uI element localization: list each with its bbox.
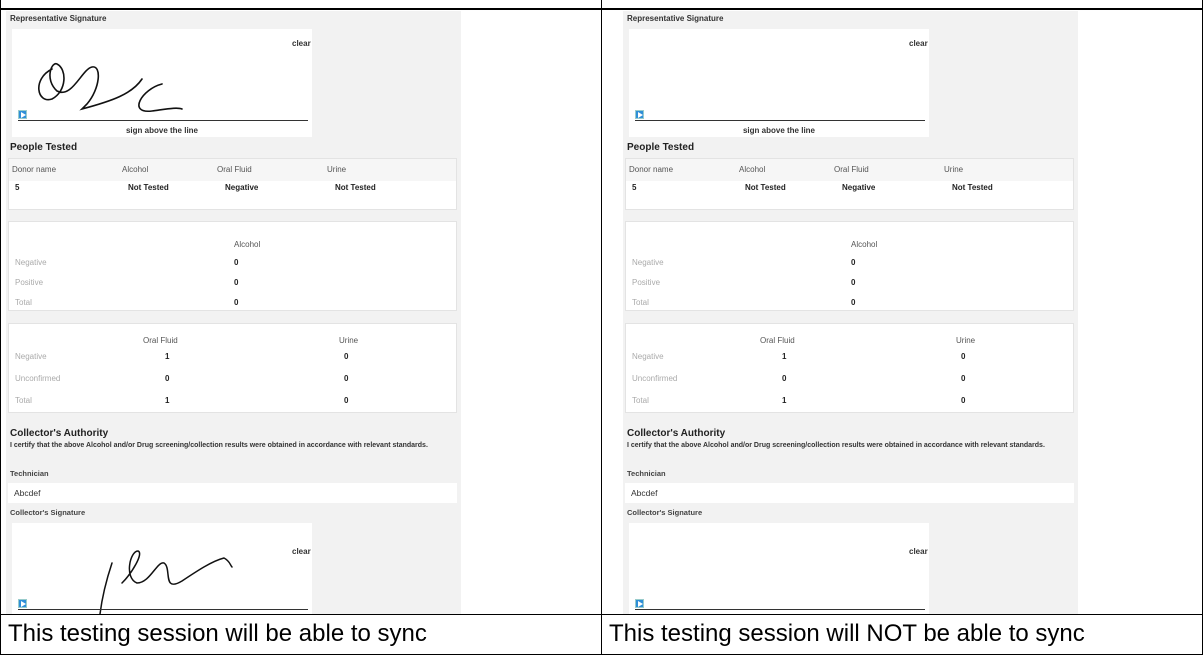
collector-signature-stroke (99, 550, 233, 614)
alcohol-result: Not Tested (745, 183, 786, 192)
collector-signature-label: Collector's Signature (627, 508, 703, 517)
drug-summary: Oral Fluid Urine Negative 1 0 Unconfirme… (625, 323, 1074, 413)
row-of-value: 1 (782, 396, 787, 405)
alcohol-summary-header: Alcohol (234, 240, 261, 249)
row-value: 0 (234, 278, 239, 287)
people-table: Donor name Alcohol Oral Fluid Urine 5 No… (625, 158, 1074, 210)
technician-field[interactable]: Abcdef (625, 483, 1074, 503)
technician-label: Technician (10, 469, 49, 478)
left-caption: This testing session will be able to syn… (8, 620, 427, 647)
signature-baseline (18, 120, 308, 121)
row-label: Total (15, 396, 32, 405)
alcohol-summary: Alcohol Negative 0 Positive 0 Total 0 (8, 221, 457, 311)
row-label: Total (632, 298, 649, 307)
signature-baseline (18, 609, 308, 610)
row-of-value: 0 (782, 374, 787, 383)
urine-summary-header: Urine (956, 336, 976, 345)
row-label: Unconfirmed (632, 374, 678, 383)
row-of-value: 1 (782, 352, 787, 361)
row-label: Positive (15, 278, 44, 287)
row-of-value: 1 (165, 396, 170, 405)
oral-fluid-result: Negative (225, 183, 259, 192)
people-tested-title: People Tested (10, 142, 78, 153)
col-oral-fluid: Oral Fluid (217, 165, 252, 174)
row-value: 0 (851, 278, 856, 287)
col-urine: Urine (944, 165, 964, 174)
row-label: Negative (632, 258, 664, 267)
play-icon[interactable] (18, 110, 27, 119)
signature-baseline (635, 609, 925, 610)
row-label: Negative (632, 352, 664, 361)
urine-result: Not Tested (335, 183, 376, 192)
alcohol-summary: Alcohol Negative 0 Positive 0 Total 0 (625, 221, 1074, 311)
row-label: Unconfirmed (15, 374, 61, 383)
top-clipped-row (0, 0, 1203, 10)
col-oral-fluid: Oral Fluid (834, 165, 869, 174)
signature-baseline (635, 120, 925, 121)
urine-summary-header: Urine (339, 336, 359, 345)
row-urine-value: 0 (344, 396, 349, 405)
sign-caption: sign above the line (742, 126, 815, 135)
certification-text: I certify that the above Alcohol and/or … (10, 442, 428, 449)
row-value: 0 (234, 298, 239, 307)
row-label: Total (632, 396, 649, 405)
right-caption: This testing session will NOT be able to… (609, 620, 1085, 647)
row-of-value: 1 (165, 352, 170, 361)
row-of-value: 0 (165, 374, 170, 383)
col-donor: Donor name (629, 165, 674, 174)
play-icon[interactable] (18, 599, 27, 608)
row-value: 0 (234, 258, 239, 267)
col-alcohol: Alcohol (739, 165, 766, 174)
row-label: Positive (632, 278, 661, 287)
row-urine-value: 0 (961, 352, 966, 361)
donor-name: 5 (632, 183, 637, 192)
collector-signature-pad[interactable]: clear (629, 523, 929, 614)
play-icon[interactable] (635, 599, 644, 608)
row-label: Negative (15, 258, 47, 267)
rep-signature-pad[interactable]: clear sign above the line (12, 29, 312, 137)
people-table: Donor name Alcohol Oral Fluid Urine 5 No… (8, 158, 457, 210)
donor-name: 5 (15, 183, 20, 192)
sign-caption: sign above the line (125, 126, 198, 135)
technician-field[interactable]: Abcdef (8, 483, 457, 503)
certification-text: I certify that the above Alcohol and/or … (627, 442, 1045, 449)
rep-signature-stroke (38, 63, 183, 112)
drug-summary: Oral Fluid Urine Negative 1 0 Unconfirme… (8, 323, 457, 413)
collector-authority-title: Collector's Authority (627, 428, 726, 439)
row-urine-value: 0 (961, 374, 966, 383)
collector-authority-title: Collector's Authority (10, 428, 109, 439)
collector-signature-pad[interactable]: clear (12, 523, 312, 614)
urine-result: Not Tested (952, 183, 993, 192)
oral-fluid-summary-header: Oral Fluid (143, 336, 178, 345)
row-urine-value: 0 (961, 396, 966, 405)
row-value: 0 (851, 258, 856, 267)
clear-button[interactable]: clear (909, 39, 928, 48)
clear-button[interactable]: clear (909, 547, 928, 556)
play-icon[interactable] (635, 110, 644, 119)
technician-label: Technician (627, 469, 666, 478)
row-label: Total (15, 298, 32, 307)
table-row[interactable]: 5 Not Tested Negative Not Tested (626, 181, 1073, 203)
col-alcohol: Alcohol (122, 165, 149, 174)
table-row[interactable]: 5 Not Tested Negative Not Tested (9, 181, 456, 203)
row-label: Negative (15, 352, 47, 361)
oral-fluid-result: Negative (842, 183, 876, 192)
row-urine-value: 0 (344, 352, 349, 361)
oral-fluid-summary-header: Oral Fluid (760, 336, 795, 345)
rep-signature-label: Representative Signature (10, 14, 107, 23)
rep-signature-pad[interactable]: clear sign above the line (629, 29, 929, 137)
col-urine: Urine (327, 165, 347, 174)
row-urine-value: 0 (344, 374, 349, 383)
alcohol-summary-header: Alcohol (851, 240, 878, 249)
col-donor: Donor name (12, 165, 57, 174)
collector-signature-label: Collector's Signature (10, 508, 86, 517)
rep-signature-label: Representative Signature (627, 14, 724, 23)
row-value: 0 (851, 298, 856, 307)
right-screenshot-panel: Representative Signature clear sign abov… (623, 11, 1078, 614)
people-tested-title: People Tested (627, 142, 695, 153)
alcohol-result: Not Tested (128, 183, 169, 192)
left-screenshot-panel: Representative Signature clear sign abov… (6, 11, 461, 614)
